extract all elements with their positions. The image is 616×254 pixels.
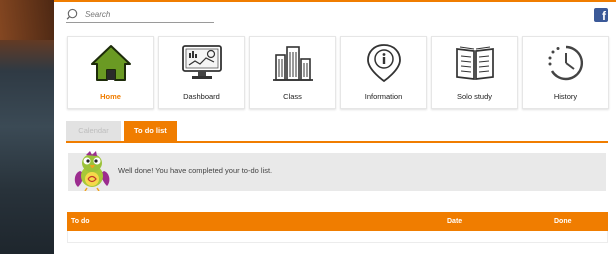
column-header-done: Done [554, 218, 572, 225]
tab-underline [66, 141, 608, 143]
search-icon [66, 8, 78, 20]
completion-message-text: Well done! You have completed your to-do… [118, 166, 273, 175]
nav-tiles: Home Dashboard Class Information Solo st… [67, 36, 609, 109]
tile-label: History [553, 92, 578, 101]
history-clock-icon [523, 43, 608, 83]
tile-label: Class [283, 92, 302, 101]
tile-information[interactable]: Information [340, 36, 427, 109]
tile-history[interactable]: History [522, 36, 609, 109]
column-header-date: Date [447, 218, 463, 225]
information-pin-icon [341, 43, 426, 83]
parrot-mascot-icon [74, 151, 110, 191]
column-header-to-do: To do [71, 218, 90, 225]
completion-message: Well done! You have completed your to-do… [68, 151, 606, 191]
tile-solo-study[interactable]: Solo study [431, 36, 518, 109]
todo-table-header: To do Date Done [67, 212, 608, 231]
tab-bar: Calendar To do list [66, 121, 177, 141]
tile-label: Home [100, 92, 121, 101]
tab-to-do-list[interactable]: To do list [124, 121, 177, 141]
class-buildings-icon [250, 43, 335, 83]
tile-label: Dashboard [183, 92, 220, 101]
top-accent-line [54, 0, 616, 2]
todo-table-body [67, 231, 608, 243]
main-panel: f Home [54, 0, 616, 254]
dashboard-monitor-icon [159, 43, 244, 83]
tab-calendar[interactable]: Calendar [66, 121, 121, 141]
facebook-icon[interactable]: f [594, 8, 608, 22]
tile-home[interactable]: Home [67, 36, 154, 109]
tile-label: Information [364, 92, 403, 101]
background-photo-strip [0, 0, 54, 254]
search-bar[interactable] [66, 6, 214, 23]
open-book-icon [432, 43, 517, 83]
tile-dashboard[interactable]: Dashboard [158, 36, 245, 109]
tile-class[interactable]: Class [249, 36, 336, 109]
background-glow [0, 0, 54, 40]
search-input[interactable] [85, 9, 205, 19]
tile-label: Solo study [456, 92, 493, 101]
home-icon [68, 43, 153, 83]
